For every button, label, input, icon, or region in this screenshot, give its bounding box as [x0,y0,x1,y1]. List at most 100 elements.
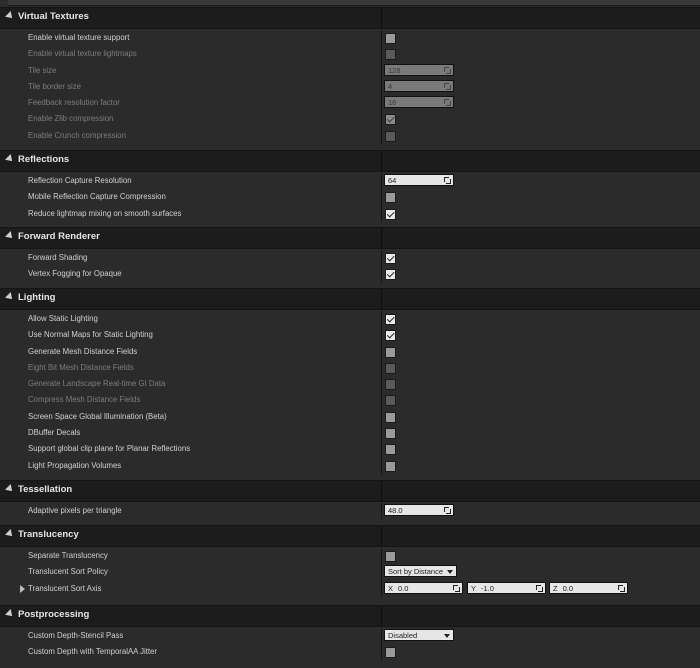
row-eight-bit-df: Eight Bit Mesh Distance Fields [0,359,700,377]
checkbox[interactable] [385,192,396,204]
expand-arrows-icon[interactable] [444,66,451,74]
property-label: Mobile Reflection Capture Compression [28,192,166,202]
section-header-forward-renderer[interactable]: Forward Renderer [0,227,700,249]
expand-arrows-icon[interactable] [618,584,625,592]
checkbox[interactable] [385,362,396,374]
section-header-tessellation[interactable]: Tessellation [0,480,700,502]
section-header-translucency[interactable]: Translucency [0,525,700,547]
property-label: Reflection Capture Resolution [28,176,132,185]
collapse-arrow-icon[interactable] [5,11,15,21]
checkbox[interactable] [385,49,396,61]
property-label: Vertex Fogging for Opaque [28,269,122,279]
section-title: Translucency [18,529,79,540]
checkbox[interactable] [385,647,396,659]
row-mesh-distance-fields: Generate Mesh Distance Fields [0,343,700,360]
checkbox[interactable] [385,269,396,281]
checkbox[interactable] [385,551,396,562]
expand-arrows-icon[interactable] [536,584,543,592]
checkbox[interactable] [385,444,396,456]
column-divider [381,548,382,565]
section-header-reflections[interactable]: Reflections [0,150,700,172]
checkbox[interactable] [385,346,396,358]
checkbox[interactable] [385,428,396,440]
section-tessellation: Tessellation Adaptive pixels per triangl… [0,480,700,527]
axis-y-field[interactable]: Y -1.0 [467,581,546,594]
custom-depth-dropdown[interactable]: Disabled [384,629,454,641]
checkbox[interactable] [385,460,396,472]
checkbox[interactable] [385,395,396,407]
section-header-lighting[interactable]: Lighting [0,288,700,310]
collapse-arrow-icon[interactable] [5,529,15,539]
property-label: Translucent Sort Axis [28,583,102,593]
tile-size-field[interactable]: 128 [384,63,454,76]
field-value: 16 [388,98,397,108]
column-divider[interactable] [381,8,382,28]
checkbox[interactable] [385,130,396,142]
horizontal-scrollbar[interactable] [0,0,700,7]
section-header-postprocessing[interactable]: Postprocessing [0,605,700,627]
column-divider [381,503,382,520]
chevron-down-icon[interactable] [447,570,453,575]
column-divider [381,359,382,377]
checkbox[interactable] [385,314,396,325]
section-rows: Allow Static Lighting Use Normal Maps fo… [0,310,700,482]
collapse-arrow-icon[interactable] [5,484,15,494]
checkbox[interactable] [385,114,396,126]
row-clip-plane: Support global clip plane for Planar Ref… [0,441,700,458]
row-enable-vt-lightmaps: Enable virtual texture lightmaps [0,46,700,63]
collapse-arrow-icon[interactable] [5,292,15,302]
scrollbar-thumb[interactable] [8,0,700,6]
column-divider [381,30,382,47]
column-divider[interactable] [381,481,382,501]
section-rows: Reflection Capture Resolution 64 Mobile … [0,172,700,230]
feedback-factor-field[interactable]: 16 [384,96,454,109]
column-divider[interactable] [381,228,382,248]
column-divider [381,327,382,344]
column-divider [381,441,382,458]
checkbox[interactable] [385,33,396,44]
expand-arrows-icon[interactable] [444,82,451,90]
expand-arrows-icon[interactable] [453,584,460,592]
field-value: 0.0 [562,583,574,593]
section-header-virtual-textures[interactable]: Virtual Textures [0,7,700,29]
column-divider [381,250,382,267]
collapse-arrow-icon[interactable] [5,154,15,164]
row-custom-depth-stencil: Custom Depth-Stencil Pass Disabled [0,628,700,645]
axis-label: Y [471,583,477,593]
property-label: Feedback resolution factor [28,98,120,108]
expand-arrows-icon[interactable] [444,507,451,514]
axis-x-field[interactable]: X 0.0 [384,581,463,594]
expand-arrows-icon[interactable] [444,99,451,107]
details-panel: Virtual Textures Enable virtual texture … [0,0,700,668]
column-divider[interactable] [381,151,382,171]
row-translucent-sort-axis: Translucent Sort Axis X 0.0 Y -1.0 Z 0.0 [0,580,700,597]
checkbox[interactable] [385,253,396,264]
row-capture-resolution: Reflection Capture Resolution 64 [0,173,700,190]
property-label: Tile border size [28,81,82,91]
expand-arrows-icon[interactable] [444,177,451,184]
chevron-down-icon[interactable] [444,634,450,638]
checkbox[interactable] [385,411,396,423]
row-light-propagation-volumes: Light Propagation Volumes [0,457,700,474]
column-divider [381,173,382,190]
row-vertex-fogging: Vertex Fogging for Opaque [0,266,700,283]
collapse-arrow-icon[interactable] [5,231,15,241]
checkbox[interactable] [385,330,396,342]
property-label: Enable virtual texture lightmaps [28,49,137,59]
field-value: 64 [388,176,397,185]
tile-border-field[interactable]: 4 [384,79,454,92]
property-label: Support global clip plane for Planar Ref… [28,444,191,454]
expand-arrow-icon[interactable] [20,584,25,593]
checkbox[interactable] [385,208,396,220]
adaptive-pixels-field[interactable]: 48.0 [384,504,454,516]
sort-policy-dropdown[interactable]: Sort by Distance [384,565,457,578]
property-label: Allow Static Lighting [28,314,98,323]
axis-z-field[interactable]: Z 0.0 [549,581,628,594]
column-divider[interactable] [381,606,382,626]
column-divider[interactable] [381,289,382,309]
dropdown-value: Disabled [388,631,418,640]
collapse-arrow-icon[interactable] [5,609,15,619]
column-divider[interactable] [381,526,382,546]
capture-resolution-field[interactable]: 64 [384,174,454,186]
checkbox[interactable] [385,379,396,391]
